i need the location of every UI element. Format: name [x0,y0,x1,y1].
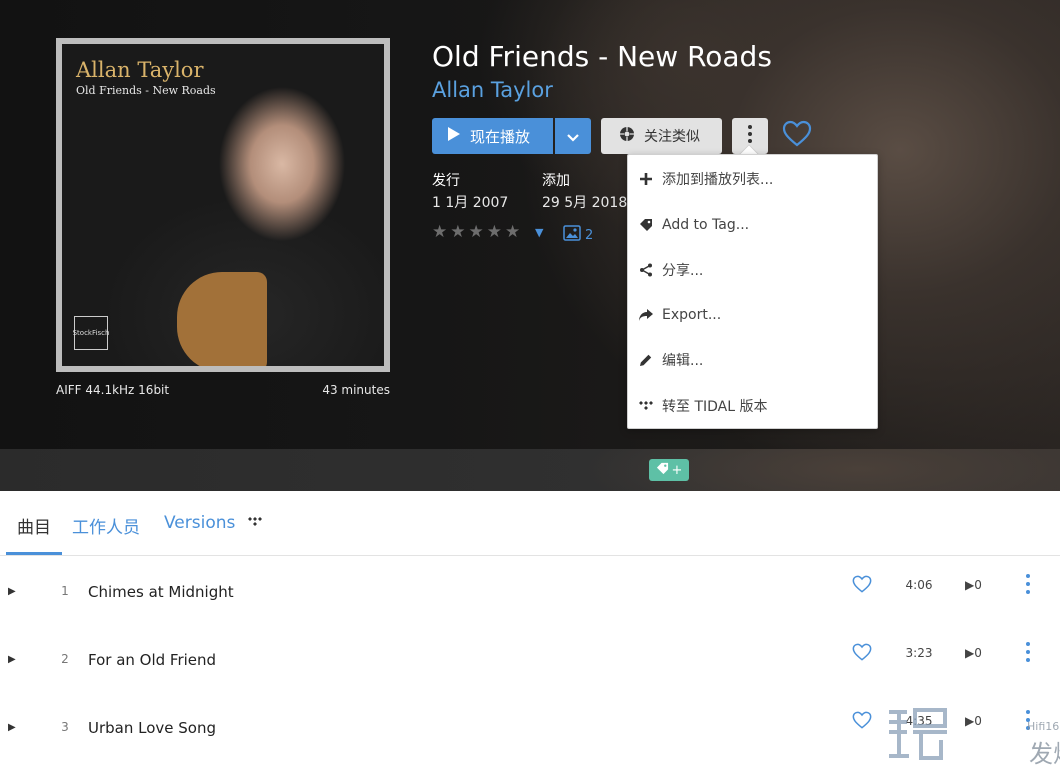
album-cover[interactable]: Allan Taylor Old Friends - New Roads Sto… [56,38,390,372]
expand-icon[interactable]: ▶ [8,722,16,733]
cover-guitar-shape [177,272,267,366]
image-icon [563,225,581,245]
track-title[interactable]: For an Old Friend [88,651,216,669]
play-count-icon: ▶ [965,646,975,660]
plus-label: + [671,462,683,478]
image-gallery-link[interactable]: 2 [563,225,593,245]
play-count-value: 0 [974,578,982,592]
menu-item-add-to-playlist[interactable]: 添加到播放列表... [628,159,877,199]
album-context-menu: 添加到播放列表... Add to Tag... 分享... Export...… [627,154,878,429]
follow-similar-label: 关注类似 [644,129,700,145]
play-now-label: 现在播放 [470,127,531,146]
watermark-site: Hifi168.com [1027,720,1060,733]
star-icon[interactable]: ★ [432,224,447,241]
image-count: 2 [585,227,594,243]
play-count: ▶0 [965,646,982,660]
watermark-text: Hifi168.com 发烧网 [953,706,1060,768]
menu-item-label: 转至 TIDAL 版本 [662,399,768,415]
heart-icon[interactable] [852,711,872,733]
more-vertical-icon[interactable] [1026,642,1030,666]
watermark-name: 发烧网 [1029,740,1060,768]
tab-credits[interactable]: 工作人员 [72,513,140,538]
tidal-icon [638,400,654,412]
favorite-button[interactable] [780,118,814,152]
tidal-icon [247,513,263,533]
star-rating[interactable]: ★ ★ ★ ★ ★ [432,224,520,241]
track-number: 3 [61,720,69,734]
export-arrow-icon [638,308,654,322]
plus-icon [638,172,654,186]
tab-tracks[interactable]: 曲目 [17,513,51,538]
cover-label-logo: StockFisch [73,316,109,350]
play-now-button[interactable]: 现在播放 [432,118,553,154]
track-row[interactable]: ▶ 2 For an Old Friend 3:23 ▶0 [0,624,1060,692]
add-tag-button[interactable]: + [649,459,689,481]
album-header: Allan Taylor Old Friends - New Roads Sto… [0,0,1060,449]
album-artist-link[interactable]: Allan Taylor [432,78,553,102]
audio-format: AIFF 44.1kHz 16bit [56,383,170,397]
expand-icon[interactable]: ▶ [8,654,16,665]
rating-dropdown-icon[interactable]: ▼ [535,226,543,239]
album-tabs: 曲目 工作人员 Versions [0,491,1060,556]
track-title[interactable]: Chimes at Midnight [88,583,234,601]
star-icon[interactable]: ★ [450,224,465,241]
expand-icon[interactable]: ▶ [8,586,16,597]
album-title: Old Friends - New Roads [432,40,772,73]
active-tab-indicator [6,552,62,555]
star-icon[interactable]: ★ [469,224,484,241]
play-icon [448,127,460,145]
radio-icon [619,126,635,146]
pencil-icon [638,353,654,367]
site-watermark: Hifi168.com 发烧网 [885,706,1060,768]
track-duration: 3:23 [905,646,933,660]
track-number: 2 [61,652,69,666]
track-number: 1 [61,584,69,598]
cover-artist-text: Allan Taylor [76,58,204,82]
chevron-down-icon [567,127,579,146]
play-options-dropdown[interactable] [555,118,591,154]
star-icon[interactable]: ★ [487,224,502,241]
play-count-icon: ▶ [965,578,975,592]
menu-item-share[interactable]: 分享... [628,250,877,290]
menu-item-label: Add to Tag... [662,217,750,233]
tab-versions-label: Versions [164,513,236,533]
follow-similar-button[interactable]: 关注类似 [601,118,722,154]
watermark-logo-icon [885,706,953,762]
menu-item-label: Export... [662,307,722,323]
cover-album-text: Old Friends - New Roads [76,84,216,97]
menu-item-label: 分享... [662,263,704,279]
cover-art: Allan Taylor Old Friends - New Roads Sto… [62,44,384,366]
menu-item-add-to-tag[interactable]: Add to Tag... [628,205,877,245]
play-count-value: 0 [974,646,982,660]
menu-item-edit[interactable]: 编辑... [628,340,877,380]
track-duration: 4:06 [905,578,933,592]
released-date: 1 1月 2007 [432,195,509,211]
added-date: 29 5月 2018 [542,195,628,211]
track-row[interactable]: ▶ 1 Chimes at Midnight 4:06 ▶0 [0,556,1060,624]
menu-item-export[interactable]: Export... [628,295,877,335]
album-duration: 43 minutes [322,383,390,397]
tag-icon [638,218,654,232]
added-label: 添加 [542,173,570,189]
menu-item-label: 编辑... [662,353,704,369]
menu-item-label: 添加到播放列表... [662,172,774,188]
tag-icon [656,462,669,479]
heart-icon[interactable] [852,643,872,665]
heart-icon [782,120,812,151]
released-label: 发行 [432,173,460,189]
heart-icon[interactable] [852,575,872,597]
star-icon[interactable]: ★ [505,224,520,241]
more-vertical-icon[interactable] [1026,574,1030,598]
tag-strip [0,449,1060,491]
play-count: ▶0 [965,578,982,592]
track-title[interactable]: Urban Love Song [88,719,216,737]
menu-item-go-to-tidal[interactable]: 转至 TIDAL 版本 [628,386,877,426]
share-icon [638,263,654,277]
tab-versions[interactable]: Versions [164,513,263,533]
